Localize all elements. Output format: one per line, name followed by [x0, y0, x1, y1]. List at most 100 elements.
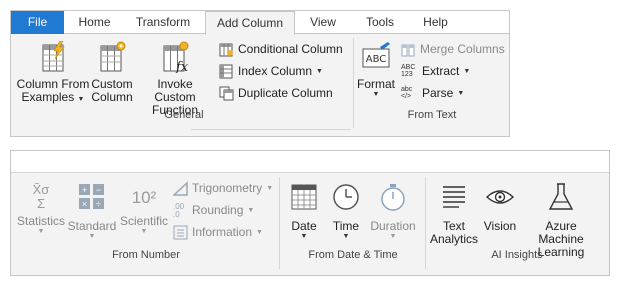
chevron-down-icon: ▼	[140, 228, 148, 235]
custom-column-icon	[100, 41, 126, 72]
column-from-examples-label-text: Examples	[21, 90, 75, 104]
extract-icon-text-2: 123	[401, 70, 413, 78]
conditional-column-button[interactable]: Conditional Column	[219, 40, 343, 58]
tab-help[interactable]: Help	[411, 11, 460, 34]
svg-text:÷: ÷	[96, 199, 101, 209]
tab-view[interactable]: View	[298, 11, 348, 34]
duplicate-column-label: Duplicate Column	[238, 86, 333, 100]
format-icon-text: ABC	[366, 54, 387, 65]
scientific-label: Scientific	[119, 214, 169, 228]
ribbon-add-column: File Home Transform Add Column View Tool…	[10, 10, 510, 137]
extract-icon-text-1: ABC	[401, 63, 416, 71]
duration-button[interactable]: Duration ▼	[367, 181, 419, 240]
statistics-label: Statistics	[17, 214, 66, 228]
invoke-custom-function-button[interactable]: fx Invoke Custom Function	[135, 41, 215, 117]
index-column-label: Index Column	[238, 64, 313, 78]
duplicate-column-icon	[219, 86, 234, 100]
group-label-ai-insights: AI Insights	[491, 249, 543, 261]
stopwatch-icon	[381, 184, 405, 211]
scientific-button[interactable]: 10² Scientific ▼	[119, 181, 169, 235]
time-label: Time	[332, 219, 360, 233]
chevron-down-icon: ▼	[389, 233, 397, 240]
extract-button[interactable]: ABC 123 Extract ▼	[401, 62, 470, 80]
chevron-down-icon: ▼	[77, 96, 85, 103]
merge-columns-label: Merge Columns	[420, 42, 505, 56]
tab-add-column[interactable]: Add Column	[205, 11, 295, 35]
parse-icon-text: abc	[401, 85, 413, 93]
standard-label: Standard	[67, 219, 117, 233]
azure-machine-learning-button[interactable]: Azure Machine Learning	[521, 181, 601, 259]
vision-button[interactable]: Vision	[481, 181, 519, 233]
column-from-examples-icon	[42, 40, 65, 72]
statistics-icon: X̄σ Σ	[17, 181, 65, 215]
chevron-down-icon: ▼	[457, 89, 465, 97]
merge-columns-icon	[401, 44, 415, 56]
date-button[interactable]: Date ▼	[285, 181, 323, 240]
trigonometry-label: Trigonometry	[192, 181, 263, 195]
merge-columns-button[interactable]: Merge Columns	[401, 40, 505, 58]
text-analytics-button[interactable]: Text Analytics	[429, 181, 479, 246]
group-label-from-text: From Text	[407, 109, 457, 121]
conditional-column-label: Conditional Column	[238, 42, 343, 56]
time-button[interactable]: Time ▼	[327, 181, 365, 240]
chevron-down-icon: ▼	[256, 228, 263, 236]
calendar-icon	[291, 184, 317, 210]
tab-home[interactable]: Home	[67, 11, 122, 34]
extract-label: Extract	[422, 64, 460, 78]
group-label-from-date-time: From Date & Time	[308, 249, 398, 261]
duration-label: Duration	[370, 219, 416, 233]
ribbon-bottom-edge	[191, 129, 351, 130]
chevron-down-icon: ▼	[300, 233, 308, 240]
date-label: Date	[291, 219, 317, 233]
chevron-down-icon: ▼	[37, 228, 45, 235]
custom-column-label-line2: Column	[91, 90, 133, 104]
group-label-from-number: From Number	[112, 249, 180, 261]
parse-label: Parse	[422, 86, 454, 100]
rounding-button[interactable]: .00.0 Rounding ▼	[173, 201, 254, 219]
ribbon-add-column-continued: X̄σ Σ Statistics ▼ + − × ÷ Standard ▼ 10²…	[10, 150, 610, 276]
chevron-down-icon: ▼	[88, 233, 96, 240]
tab-transform[interactable]: Transform	[124, 11, 202, 34]
ribbon-tab-bar: File Home Transform Add Column View Tool…	[11, 11, 509, 35]
scientific-icon: 10²	[131, 188, 157, 207]
svg-text:×: ×	[82, 199, 87, 209]
format-button[interactable]: ABC Format ▼	[357, 41, 395, 98]
parse-button[interactable]: abc </> Parse ▼	[401, 84, 464, 102]
chevron-down-icon: ▼	[342, 233, 350, 240]
rounding-icon-text: .00	[173, 201, 185, 211]
azure-machine-learning-label-line1: Azure Machine	[538, 219, 584, 246]
tab-file[interactable]: File	[11, 11, 64, 34]
chevron-down-icon: ▼	[316, 67, 323, 75]
extract-icon: ABC 123	[401, 64, 418, 79]
chevron-down-icon: ▼	[266, 184, 274, 192]
statistics-icon-text-2: Σ	[36, 196, 46, 211]
group-separator	[425, 177, 426, 269]
format-label: Format	[357, 77, 396, 91]
flask-icon	[548, 183, 574, 210]
text-lines-icon	[443, 186, 465, 208]
standard-button[interactable]: + − × ÷ Standard ▼	[67, 181, 117, 240]
group-separator	[353, 38, 354, 128]
chevron-down-icon: ▼	[247, 206, 255, 214]
duplicate-column-button[interactable]: Duplicate Column	[219, 84, 333, 102]
chevron-down-icon: ▼	[463, 67, 471, 75]
invoke-custom-function-label-line1: Invoke Custom	[154, 77, 196, 104]
rounding-label: Rounding	[192, 203, 244, 217]
information-label: Information	[192, 225, 253, 239]
eye-icon	[485, 190, 515, 204]
clock-icon	[333, 184, 359, 210]
information-button[interactable]: Information ▼	[173, 223, 263, 241]
format-icon: ABC	[362, 42, 390, 68]
index-column-icon	[219, 64, 233, 78]
statistics-button[interactable]: X̄σ Σ Statistics ▼	[17, 181, 66, 236]
triangle-icon	[173, 180, 188, 196]
conditional-column-icon	[219, 43, 233, 56]
svg-text:+: +	[82, 185, 87, 195]
tab-tools[interactable]: Tools	[354, 11, 406, 34]
custom-column-button[interactable]: Custom Column	[91, 41, 133, 104]
trigonometry-button[interactable]: Trigonometry ▼	[173, 179, 273, 197]
column-from-examples-button[interactable]: Column From Examples ▼	[15, 40, 91, 106]
index-column-button[interactable]: Index Column ▼	[219, 62, 323, 80]
svg-text:fx: fx	[175, 60, 189, 73]
vision-label: Vision	[483, 219, 517, 233]
